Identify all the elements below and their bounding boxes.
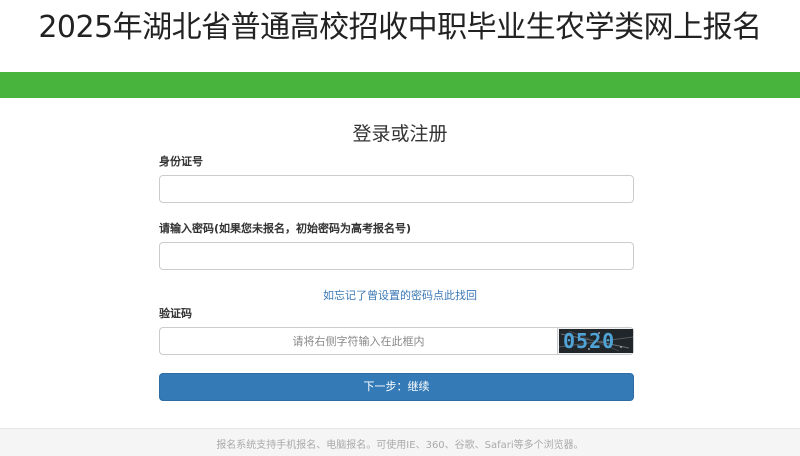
captcha-image[interactable]: 0520 xyxy=(559,329,633,353)
password-label: 请输入密码(如果您未报名，初始密码为高考报名号) xyxy=(159,222,412,235)
site-title: 2025年湖北省普通高校招收中职毕业生农学类网上报名 xyxy=(38,10,762,45)
captcha-image-box[interactable]: 0520 xyxy=(557,327,634,355)
footer-note: 报名系统支持手机报名、电脑报名。可使用IE、360、谷歌、Safari等多个浏览… xyxy=(216,440,584,451)
id-number-input[interactable] xyxy=(159,175,634,203)
form-title: 登录或注册 xyxy=(352,123,448,145)
captcha-input[interactable] xyxy=(159,327,557,355)
captcha-code: 0520 xyxy=(563,329,616,353)
id-number-label: 身份证号 xyxy=(159,155,203,168)
forgot-password-link[interactable]: 如忘记了曾设置的密码点此找回 xyxy=(0,289,800,303)
login-form: 登录或注册 身份证号 请输入密码(如果您未报名，初始密码为高考报名号) 如忘记了… xyxy=(0,98,800,428)
next-continue-button[interactable]: 下一步：继续 xyxy=(159,373,634,401)
page-footer: 报名系统支持手机报名、电脑报名。可使用IE、360、谷歌、Safari等多个浏览… xyxy=(0,428,800,456)
page-header: 2025年湖北省普通高校招收中职毕业生农学类网上报名 xyxy=(0,0,800,72)
captcha-label: 验证码 xyxy=(159,307,192,320)
header-green-band xyxy=(0,72,800,98)
password-input[interactable] xyxy=(159,242,634,270)
